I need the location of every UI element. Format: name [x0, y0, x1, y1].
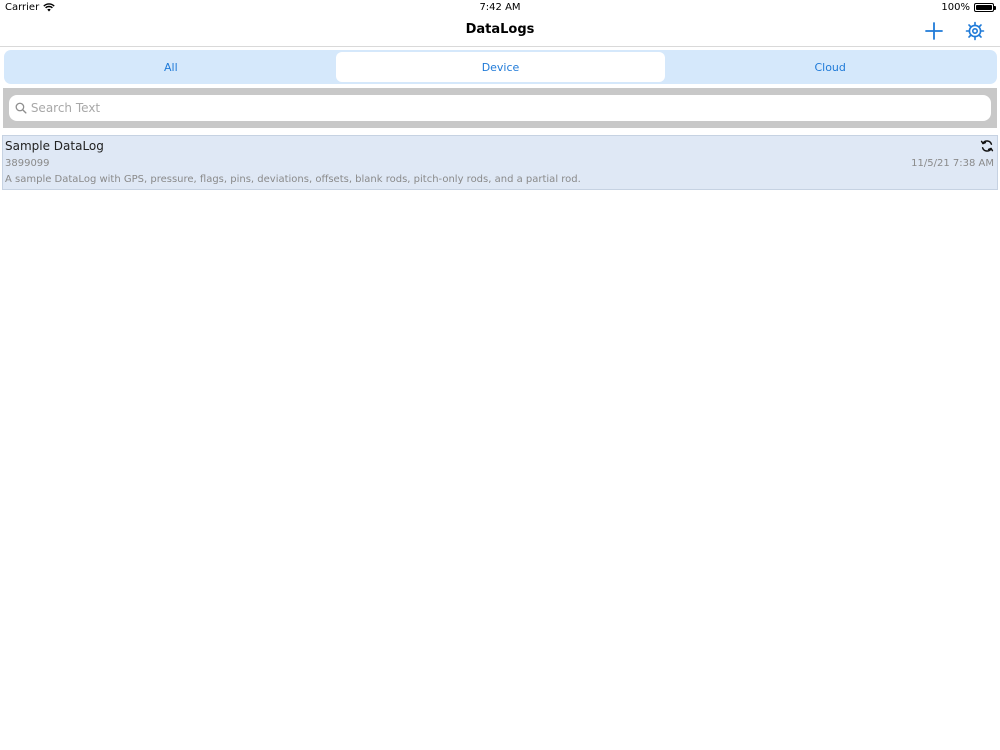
settings-button[interactable] — [964, 20, 986, 42]
plus-icon — [925, 22, 943, 40]
datalog-date: 11/5/21 7:38 AM — [911, 158, 994, 169]
battery-percent: 100% — [941, 2, 970, 13]
navigation-bar: DataLogs — [0, 16, 1000, 47]
search-input[interactable] — [30, 101, 991, 115]
add-button[interactable] — [923, 20, 945, 42]
datalog-title: Sample DataLog — [5, 139, 104, 153]
source-filter-segmented-control: All Device Cloud — [4, 50, 997, 84]
list-item[interactable]: Sample DataLog 3899099 11/5/21 7:38 AM A… — [2, 135, 998, 190]
status-time: 7:42 AM — [479, 2, 521, 13]
datalog-id: 3899099 — [5, 158, 50, 169]
segment-cloud[interactable]: Cloud — [665, 52, 995, 82]
battery-group: 100% — [941, 2, 996, 13]
datalog-description: A sample DataLog with GPS, pressure, fla… — [5, 174, 581, 185]
segment-all[interactable]: All — [6, 52, 336, 82]
sync-icon — [980, 140, 994, 152]
search-icon — [15, 102, 27, 114]
search-field-container — [9, 95, 991, 121]
status-bar: Carrier 7:42 AM 100% — [0, 0, 1000, 16]
segment-device[interactable]: Device — [335, 52, 666, 82]
page-title: DataLogs — [465, 22, 535, 37]
search-bar — [3, 88, 997, 128]
battery-icon — [974, 3, 996, 12]
gear-icon — [965, 21, 985, 41]
